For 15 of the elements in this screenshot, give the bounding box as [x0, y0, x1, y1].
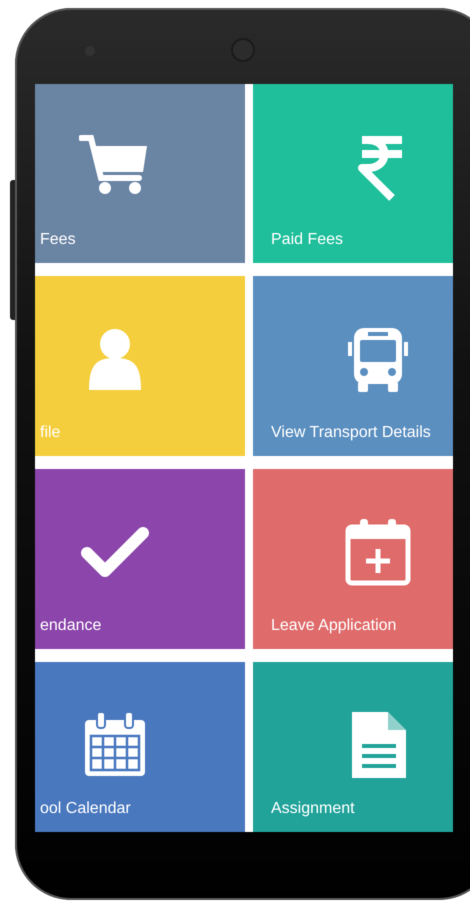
- menu-tile[interactable]: Paid Fees: [253, 84, 453, 263]
- menu-tile[interactable]: ool Calendar: [35, 662, 245, 832]
- menu-tile[interactable]: Leave Application: [253, 469, 453, 649]
- tile-label: Fees: [40, 231, 76, 249]
- tile-label: ool Calendar: [40, 800, 131, 818]
- menu-tile[interactable]: Assignment: [253, 662, 453, 832]
- tile-label: Paid Fees: [271, 231, 344, 249]
- tile-label: endance: [40, 617, 102, 635]
- menu-tile[interactable]: Fees: [35, 84, 245, 263]
- tile-label: Leave Application: [271, 617, 396, 635]
- menu-tile[interactable]: View Transport Details: [253, 276, 453, 456]
- menu-tile[interactable]: endance: [35, 469, 245, 649]
- tile-label: View Transport Details: [271, 424, 431, 442]
- tile-label: Assignment: [271, 800, 355, 818]
- tile-label: file: [40, 424, 60, 442]
